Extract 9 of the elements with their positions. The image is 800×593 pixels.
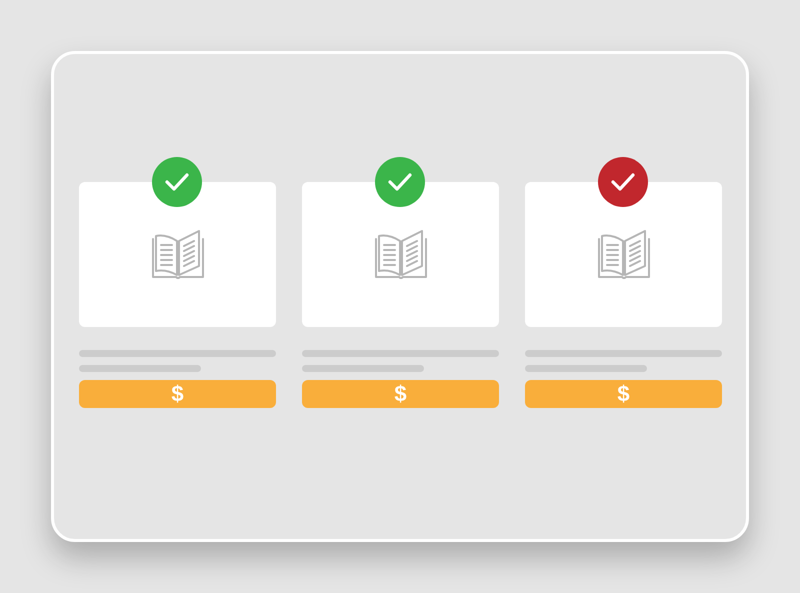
open-book-icon [596, 228, 650, 280]
price-button[interactable]: $ [79, 380, 276, 408]
open-book-icon [374, 228, 428, 280]
checkmark-icon [388, 173, 412, 191]
checkmark-icon [611, 173, 635, 191]
price-button[interactable]: $ [525, 380, 722, 408]
checkmark-icon [165, 173, 189, 191]
open-book-icon [150, 228, 204, 280]
price-button[interactable]: $ [302, 380, 499, 408]
